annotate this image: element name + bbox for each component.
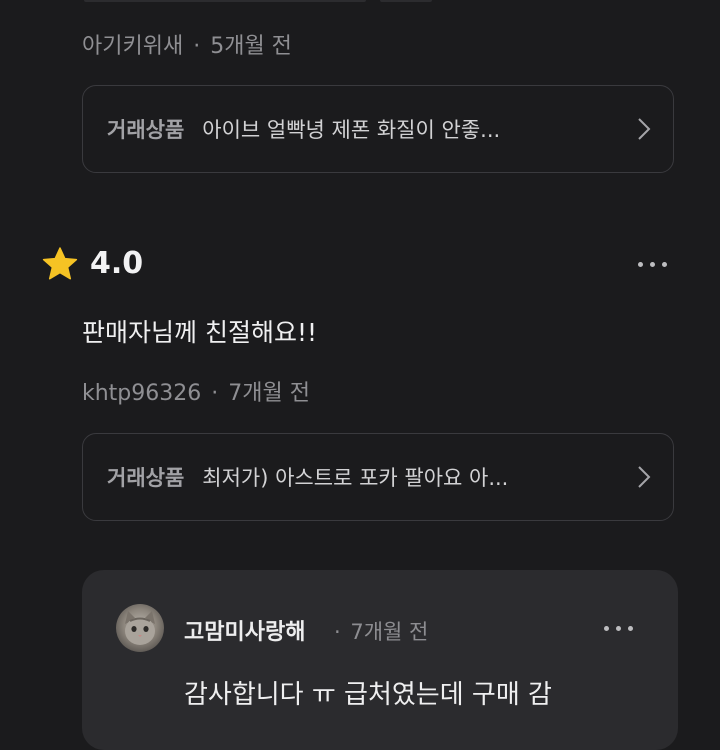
top-fragment-button <box>380 0 432 2</box>
avatar[interactable] <box>116 604 164 652</box>
review-text: 판매자님께 친절해요!! <box>82 318 317 347</box>
more-options-icon[interactable] <box>604 626 633 631</box>
separator-dot: · <box>211 381 219 406</box>
product-label: 거래상품 <box>107 466 185 490</box>
product-label: 거래상품 <box>107 118 185 142</box>
rating-value: 4.0 <box>90 246 144 281</box>
reply-author[interactable]: 고맘미사랑해 <box>184 614 305 646</box>
review-author[interactable]: khtp96326 <box>82 381 201 406</box>
seller-reply-box <box>82 570 678 750</box>
product-name: 최저가) 아스트로 포카 팔아요 아... <box>202 466 509 490</box>
prev-review-time: 5개월 전 <box>210 34 292 59</box>
prev-review-author[interactable]: 아기키위새 <box>82 34 183 59</box>
top-fragment-element <box>84 0 366 2</box>
separator-dot: · <box>193 34 201 59</box>
product-name: 아이브 얼빡녕 제폰 화질이 안좋... <box>202 118 501 142</box>
chevron-right-icon <box>638 118 651 140</box>
reply-meta: · 7개월 전 <box>334 616 428 646</box>
reply-time: 7개월 전 <box>350 620 429 644</box>
rating-row: 4.0 <box>42 246 143 281</box>
review-meta: khtp96326 · 7개월 전 <box>82 375 310 407</box>
product-card[interactable]: 거래상품 최저가) 아스트로 포카 팔아요 아... <box>82 433 674 521</box>
prev-product-card[interactable]: 거래상품 아이브 얼빡녕 제폰 화질이 안좋... <box>82 85 674 173</box>
review-time: 7개월 전 <box>228 381 310 406</box>
separator-dot: · <box>334 620 341 644</box>
reply-text: 감사합니다 ㅠ 급처였는데 구매 감 <box>184 680 552 710</box>
prev-review-meta: 아기키위새 · 5개월 전 <box>82 28 292 60</box>
chevron-right-icon <box>638 466 651 488</box>
star-icon <box>42 246 78 279</box>
more-options-icon[interactable] <box>638 262 667 267</box>
